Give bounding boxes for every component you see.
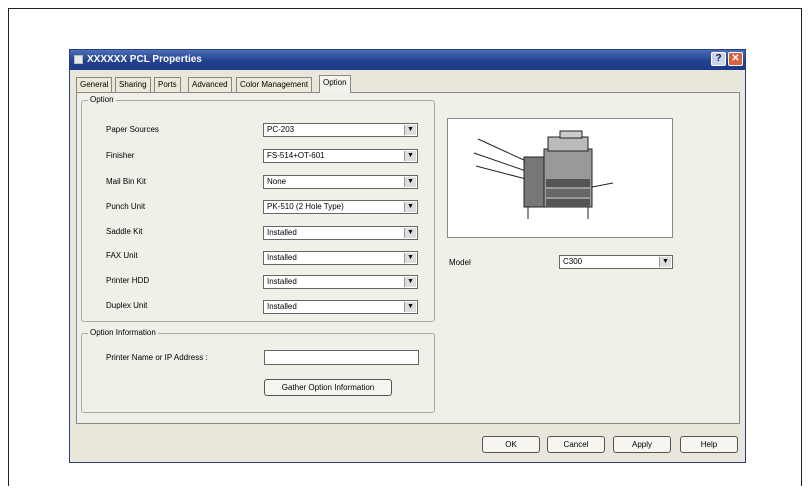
printer-illustration bbox=[447, 118, 673, 238]
model-select[interactable]: C300 ▼ bbox=[559, 255, 673, 269]
cancel-button[interactable]: Cancel bbox=[547, 436, 605, 453]
option-information-group: Option Information Printer Name or IP Ad… bbox=[81, 328, 435, 413]
saddle-kit-select[interactable]: Installed ▼ bbox=[263, 226, 418, 240]
mail-bin-kit-value: None bbox=[267, 177, 287, 186]
duplex-unit-label: Duplex Unit bbox=[106, 301, 148, 310]
tab-color-management[interactable]: Color Management bbox=[236, 77, 313, 92]
printer-icon bbox=[74, 55, 83, 64]
ok-button[interactable]: OK bbox=[482, 436, 540, 453]
tab-general[interactable]: General bbox=[76, 77, 113, 92]
gather-option-information-button[interactable]: Gather Option Information bbox=[264, 379, 392, 396]
fax-unit-value: Installed bbox=[267, 253, 297, 262]
duplex-unit-value: Installed bbox=[267, 302, 297, 311]
model-label: Model bbox=[449, 258, 471, 267]
finisher-label: Finisher bbox=[106, 151, 135, 160]
fax-unit-select[interactable]: Installed ▼ bbox=[263, 251, 418, 265]
printer-hdd-value: Installed bbox=[267, 277, 297, 286]
chevron-down-icon: ▼ bbox=[404, 202, 416, 212]
tab-sharing[interactable]: Sharing bbox=[115, 77, 151, 92]
chevron-down-icon: ▼ bbox=[404, 177, 416, 187]
finisher-select[interactable]: FS-514+OT-601 ▼ bbox=[263, 149, 418, 163]
mail-bin-kit-select[interactable]: None ▼ bbox=[263, 175, 418, 189]
paper-sources-select[interactable]: PC-203 ▼ bbox=[263, 123, 418, 137]
paper-sources-label: Paper Sources bbox=[106, 125, 159, 134]
chevron-down-icon: ▼ bbox=[404, 151, 416, 161]
help-button[interactable]: Help bbox=[680, 436, 738, 453]
tab-ports[interactable]: Ports bbox=[154, 77, 181, 92]
punch-unit-value: PK-510 (2 Hole Type) bbox=[267, 202, 344, 211]
printer-hdd-select[interactable]: Installed ▼ bbox=[263, 275, 418, 289]
option-information-label: Option Information bbox=[88, 328, 158, 337]
dialog-title: XXXXXX PCL Properties bbox=[87, 54, 202, 65]
chevron-down-icon: ▼ bbox=[404, 228, 416, 238]
chevron-down-icon: ▼ bbox=[404, 253, 416, 263]
option-tab-page: Option Paper Sources PC-203 ▼ Finisher FS… bbox=[76, 92, 740, 424]
chevron-down-icon: ▼ bbox=[404, 125, 416, 135]
close-title-button[interactable]: ✕ bbox=[728, 52, 743, 66]
tab-option[interactable]: Option bbox=[319, 75, 351, 93]
finisher-value: FS-514+OT-601 bbox=[267, 151, 325, 160]
printer-hdd-label: Printer HDD bbox=[106, 276, 150, 285]
mail-bin-kit-label: Mail Bin Kit bbox=[106, 177, 147, 186]
printer-image bbox=[473, 130, 614, 219]
model-value: C300 bbox=[563, 257, 583, 266]
option-group: Option Paper Sources PC-203 ▼ Finisher FS… bbox=[81, 95, 435, 322]
apply-button[interactable]: Apply bbox=[613, 436, 671, 453]
saddle-kit-label: Saddle Kit bbox=[106, 227, 143, 236]
saddle-kit-value: Installed bbox=[267, 228, 297, 237]
punch-unit-select[interactable]: PK-510 (2 Hole Type) ▼ bbox=[263, 200, 418, 214]
chevron-down-icon: ▼ bbox=[404, 277, 416, 287]
punch-unit-label: Punch Unit bbox=[106, 202, 146, 211]
title-bar: XXXXXX PCL Properties ? ✕ bbox=[70, 50, 745, 70]
properties-dialog: XXXXXX PCL Properties ? ✕ General Sharin… bbox=[69, 49, 746, 463]
option-group-label: Option bbox=[88, 95, 116, 104]
help-title-button[interactable]: ? bbox=[711, 52, 726, 66]
paper-sources-value: PC-203 bbox=[267, 125, 295, 134]
duplex-unit-select[interactable]: Installed ▼ bbox=[263, 300, 418, 314]
fax-unit-label: FAX Unit bbox=[106, 251, 138, 260]
chevron-down-icon: ▼ bbox=[659, 257, 671, 267]
printer-name-label: Printer Name or IP Address : bbox=[106, 353, 208, 362]
printer-name-input[interactable] bbox=[264, 350, 419, 365]
chevron-down-icon: ▼ bbox=[404, 302, 416, 312]
tab-advanced[interactable]: Advanced bbox=[188, 77, 232, 92]
